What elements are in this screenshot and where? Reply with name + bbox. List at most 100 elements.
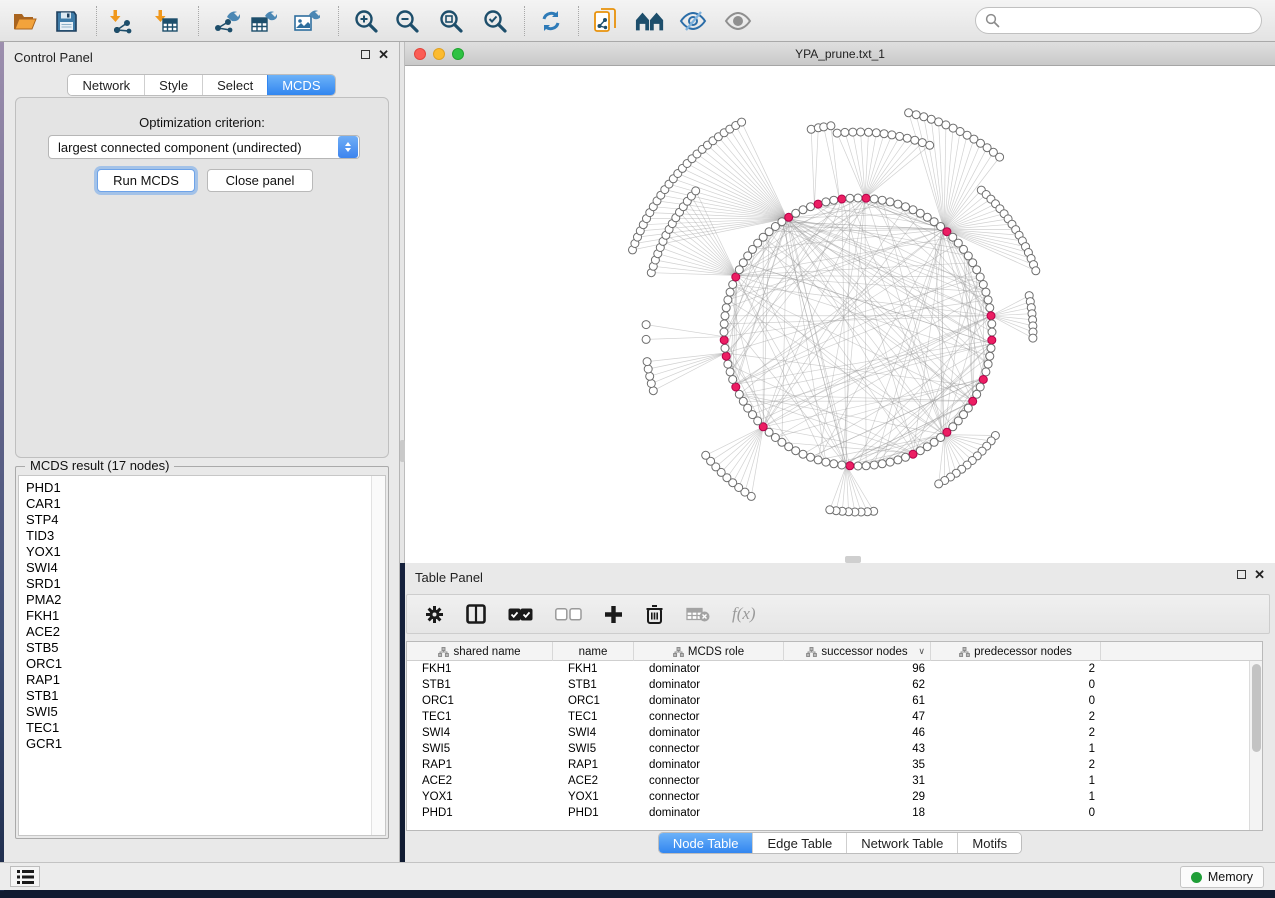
table-cell[interactable]: FKH1 xyxy=(407,663,553,675)
node-table[interactable]: shared namenameMCDS rolesuccessor nodes∨… xyxy=(406,641,1263,831)
table-cell[interactable]: 43 xyxy=(784,743,931,755)
table-cell[interactable]: 0 xyxy=(931,807,1101,819)
mcds-result-item[interactable]: PHD1 xyxy=(26,480,62,496)
select-all-icon[interactable] xyxy=(508,601,533,627)
network-canvas[interactable] xyxy=(405,66,1275,563)
table-cell[interactable]: SWI4 xyxy=(553,727,634,739)
network-titlebar[interactable]: YPA_prune.txt_1 xyxy=(405,42,1275,66)
table-cell[interactable]: connector xyxy=(634,775,784,787)
column-header-shared-name[interactable]: shared name xyxy=(407,642,553,661)
close-panel-button[interactable]: Close panel xyxy=(207,169,313,192)
table-cell[interactable]: connector xyxy=(634,791,784,803)
search-input[interactable] xyxy=(1000,11,1261,31)
zoom-selected-icon[interactable] xyxy=(480,7,510,35)
mcds-result-item[interactable]: ACE2 xyxy=(26,624,62,640)
table-cell[interactable]: 1 xyxy=(931,743,1101,755)
table-row[interactable]: TEC1TEC1connector472 xyxy=(407,709,1262,725)
table-cell[interactable]: 2 xyxy=(931,727,1101,739)
table-cell[interactable]: 18 xyxy=(784,807,931,819)
table-cell[interactable]: ACE2 xyxy=(553,775,634,787)
table-cell[interactable]: dominator xyxy=(634,663,784,675)
table-row[interactable]: RAP1RAP1dominator352 xyxy=(407,757,1262,773)
tab-edge-table[interactable]: Edge Table xyxy=(752,833,846,853)
table-cell[interactable]: SWI5 xyxy=(553,743,634,755)
table-cell[interactable]: 31 xyxy=(784,775,931,787)
mcds-result-item[interactable]: YOX1 xyxy=(26,544,62,560)
cytopanel-list-button[interactable] xyxy=(10,866,40,887)
table-cell[interactable]: YOX1 xyxy=(407,791,553,803)
mcds-result-item[interactable]: SWI5 xyxy=(26,704,62,720)
table-cell[interactable]: FKH1 xyxy=(553,663,634,675)
table-cell[interactable]: SWI4 xyxy=(407,727,553,739)
table-cell[interactable]: 1 xyxy=(931,775,1101,787)
mcds-result-item[interactable]: TID3 xyxy=(26,528,62,544)
table-cell[interactable]: 0 xyxy=(931,695,1101,707)
table-cell[interactable]: 35 xyxy=(784,759,931,771)
table-cell[interactable]: ORC1 xyxy=(553,695,634,707)
table-cell[interactable]: 29 xyxy=(784,791,931,803)
table-cell[interactable]: YOX1 xyxy=(553,791,634,803)
table-cell[interactable]: 61 xyxy=(784,695,931,707)
table-cell[interactable]: RAP1 xyxy=(553,759,634,771)
tab-network[interactable]: Network xyxy=(68,75,144,95)
mcds-result-item[interactable]: SRD1 xyxy=(26,576,62,592)
close-panel-icon[interactable]: ✕ xyxy=(1254,570,1265,579)
import-network-icon[interactable] xyxy=(107,7,137,35)
mcds-list-scrollbar[interactable] xyxy=(371,476,385,835)
table-cell[interactable]: 96 xyxy=(784,663,931,675)
table-row[interactable]: STB1STB1dominator620 xyxy=(407,677,1262,693)
tab-network-table[interactable]: Network Table xyxy=(846,833,957,853)
criterion-dropdown[interactable]: largest connected component (undirected) xyxy=(48,135,360,159)
table-cell[interactable]: STB1 xyxy=(553,679,634,691)
table-row[interactable]: ORC1ORC1dominator610 xyxy=(407,693,1262,709)
table-cell[interactable]: dominator xyxy=(634,695,784,707)
table-settings-gear-icon[interactable] xyxy=(425,601,444,627)
save-icon[interactable] xyxy=(51,7,81,35)
column-header-predecessor-nodes[interactable]: predecessor nodes xyxy=(931,642,1101,661)
table-cell[interactable]: dominator xyxy=(634,727,784,739)
scrollbar-thumb[interactable] xyxy=(1252,664,1261,752)
table-row[interactable]: PHD1PHD1dominator180 xyxy=(407,805,1262,821)
show-all-eye-icon[interactable] xyxy=(723,7,753,35)
table-cell[interactable]: dominator xyxy=(634,759,784,771)
mcds-result-item[interactable]: STB5 xyxy=(26,640,62,656)
table-cell[interactable]: 62 xyxy=(784,679,931,691)
mcds-result-item[interactable]: PMA2 xyxy=(26,592,62,608)
refresh-icon[interactable] xyxy=(536,7,566,35)
export-image-icon[interactable] xyxy=(291,7,321,35)
zoom-out-icon[interactable] xyxy=(392,7,422,35)
table-cell[interactable]: TEC1 xyxy=(407,711,553,723)
table-cell[interactable]: 47 xyxy=(784,711,931,723)
table-cell[interactable]: RAP1 xyxy=(407,759,553,771)
mcds-result-item[interactable]: STB1 xyxy=(26,688,62,704)
column-header-MCDS-role[interactable]: MCDS role xyxy=(634,642,784,661)
tab-motifs[interactable]: Motifs xyxy=(957,833,1021,853)
column-header-name[interactable]: name xyxy=(553,642,634,661)
add-column-plus-icon[interactable] xyxy=(604,601,623,627)
table-cell[interactable]: 0 xyxy=(931,679,1101,691)
mcds-result-item[interactable]: FKH1 xyxy=(26,608,62,624)
column-header-successor-nodes[interactable]: successor nodes∨ xyxy=(784,642,931,661)
clone-network-icon[interactable] xyxy=(591,7,621,35)
table-cell[interactable]: 1 xyxy=(931,791,1101,803)
table-cell[interactable]: connector xyxy=(634,743,784,755)
tab-select[interactable]: Select xyxy=(202,75,267,95)
deselect-all-icon[interactable] xyxy=(555,601,582,627)
table-cell[interactable]: PHD1 xyxy=(553,807,634,819)
table-row[interactable]: ACE2ACE2connector311 xyxy=(407,773,1262,789)
mcds-result-item[interactable]: TEC1 xyxy=(26,720,62,736)
run-mcds-button[interactable]: Run MCDS xyxy=(97,169,195,192)
mcds-result-item[interactable]: GCR1 xyxy=(26,736,62,752)
memory-button[interactable]: Memory xyxy=(1180,866,1264,888)
table-row[interactable]: FKH1FKH1dominator962 xyxy=(407,661,1262,677)
table-cell[interactable]: 2 xyxy=(931,663,1101,675)
table-cell[interactable]: connector xyxy=(634,711,784,723)
table-cell[interactable]: dominator xyxy=(634,679,784,691)
mcds-result-item[interactable]: CAR1 xyxy=(26,496,62,512)
table-cell[interactable]: 2 xyxy=(931,711,1101,723)
table-cell[interactable]: ACE2 xyxy=(407,775,553,787)
table-row[interactable]: SWI5SWI5connector431 xyxy=(407,741,1262,757)
table-cell[interactable]: PHD1 xyxy=(407,807,553,819)
tab-node-table[interactable]: Node Table xyxy=(659,833,753,853)
table-cell[interactable]: dominator xyxy=(634,807,784,819)
